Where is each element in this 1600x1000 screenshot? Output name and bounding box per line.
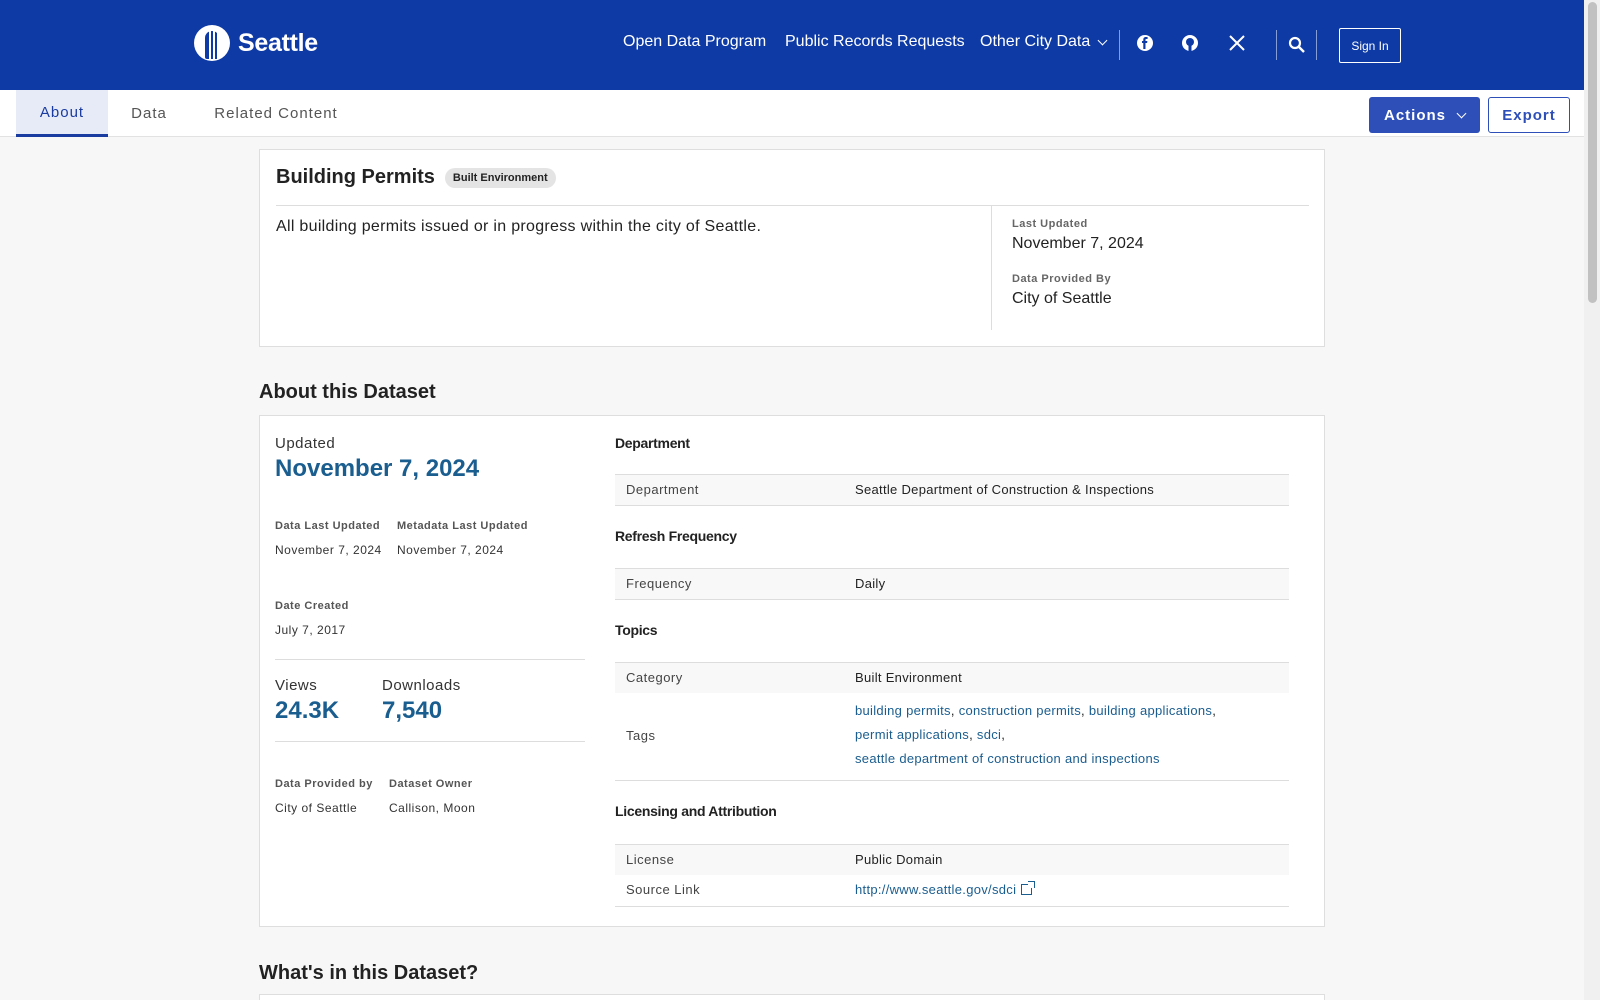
department-key: Department — [626, 482, 699, 497]
table-row: Source Link http://www.seattle.gov/sdci — [615, 875, 1289, 907]
nav-public-records-requests[interactable]: Public Records Requests — [785, 33, 965, 51]
whats-in-dataset-heading: What's in this Dataset? — [259, 962, 479, 984]
tag-link[interactable]: building permits — [855, 703, 951, 718]
data-last-updated-label: Data Last Updated — [275, 520, 381, 532]
table-row: Department Seattle Department of Constru… — [615, 474, 1289, 506]
site-header: Seattle Open Data Program Public Records… — [0, 0, 1584, 90]
last-updated-value: November 7, 2024 — [1012, 235, 1144, 252]
category-value: Built Environment — [855, 670, 962, 685]
actions-button[interactable]: Actions — [1369, 97, 1480, 133]
divider — [991, 206, 992, 330]
tag-link[interactable]: sdci — [977, 727, 1001, 742]
license-value: Public Domain — [855, 852, 943, 867]
topics-heading: Topics — [615, 622, 658, 638]
nav-open-data-program[interactable]: Open Data Program — [623, 33, 766, 51]
nav-other-city-data[interactable]: Other City Data — [980, 33, 1108, 51]
sign-in-button[interactable]: Sign In — [1339, 28, 1401, 63]
facebook-icon[interactable] — [1135, 33, 1155, 53]
scrollbar-thumb[interactable] — [1588, 2, 1597, 303]
divider — [1119, 30, 1120, 60]
tags-list: building permits, construction permits, … — [855, 703, 1217, 766]
divider — [1276, 30, 1277, 60]
about-dataset-card: Updated November 7, 2024 Data Last Updat… — [259, 415, 1325, 927]
chevron-down-icon — [1097, 35, 1108, 45]
data-last-updated-value: November 7, 2024 — [275, 543, 382, 557]
export-button[interactable]: Export — [1488, 97, 1570, 133]
provided-by-label: Data Provided By — [1012, 273, 1112, 285]
source-link-key: Source Link — [626, 882, 701, 897]
table-row: Frequency Daily — [615, 568, 1289, 600]
logo-text: Seattle — [238, 28, 318, 57]
category-badge: Built Environment — [444, 168, 556, 188]
updated-value: November 7, 2024 — [275, 455, 480, 482]
source-link[interactable]: http://www.seattle.gov/sdci — [855, 882, 1016, 897]
external-link-icon — [1021, 881, 1036, 895]
department-heading: Department — [615, 435, 690, 451]
refresh-frequency-heading: Refresh Frequency — [615, 528, 737, 544]
metadata-last-updated-value: November 7, 2024 — [397, 543, 504, 557]
seattle-seal-icon — [194, 25, 230, 61]
github-icon[interactable] — [1180, 33, 1200, 53]
date-created-value: July 7, 2017 — [275, 623, 346, 637]
x-twitter-icon[interactable] — [1227, 33, 1247, 53]
views-label: Views — [275, 677, 318, 694]
tag-link[interactable]: building applications — [1089, 703, 1212, 718]
dataset-owner-label: Dataset Owner — [389, 778, 473, 790]
search-icon[interactable] — [1287, 35, 1307, 55]
tab-about[interactable]: About — [16, 90, 108, 137]
last-updated-label: Last Updated — [1012, 218, 1088, 230]
table-row: License Public Domain — [615, 844, 1289, 876]
dataset-owner-value: Callison, Moon — [389, 801, 476, 815]
scrollbar[interactable] — [1584, 0, 1600, 1000]
updated-label: Updated — [275, 435, 336, 452]
date-created-label: Date Created — [275, 600, 349, 612]
tag-link[interactable]: construction permits — [959, 703, 1081, 718]
metadata-last-updated-label: Metadata Last Updated — [397, 520, 528, 532]
provided-by-value: City of Seattle — [1012, 290, 1112, 307]
licensing-heading: Licensing and Attribution — [615, 803, 777, 819]
dataset-summary-card: Building Permits Built Environment All b… — [259, 149, 1325, 347]
divider — [275, 741, 585, 742]
license-key: License — [626, 852, 675, 867]
department-value: Seattle Department of Construction & Ins… — [855, 482, 1155, 497]
downloads-label: Downloads — [382, 677, 461, 694]
downloads-value: 7,540 — [382, 697, 443, 724]
dataset-description: All building permits issued or in progre… — [276, 218, 762, 235]
table-row: Tags building permits, construction perm… — [615, 693, 1289, 781]
tab-data[interactable]: Data — [120, 90, 178, 137]
divider — [275, 659, 585, 660]
tags-key: Tags — [626, 728, 656, 743]
dataset-title: Building Permits — [276, 166, 435, 188]
title-row: Building Permits Built Environment — [276, 166, 1309, 206]
seattle-logo[interactable]: Seattle — [194, 25, 318, 61]
chevron-down-icon — [1456, 108, 1467, 118]
frequency-value: Daily — [855, 576, 886, 591]
views-value: 24.3K — [275, 697, 340, 724]
about-dataset-heading: About this Dataset — [259, 381, 436, 403]
category-key: Category — [626, 670, 683, 685]
frequency-key: Frequency — [626, 576, 692, 591]
table-row: Category Built Environment — [615, 662, 1289, 694]
data-provided-by-label: Data Provided by — [275, 778, 373, 790]
tab-bar: About Data Related Content — [0, 90, 1584, 137]
tab-related-content[interactable]: Related Content — [205, 90, 347, 137]
divider — [1316, 30, 1317, 60]
tag-link[interactable]: seattle department of construction and i… — [855, 751, 1160, 766]
source-link-value: http://www.seattle.gov/sdci — [855, 881, 1036, 897]
whats-in-dataset-card — [259, 994, 1325, 1000]
data-provided-by-value: City of Seattle — [275, 801, 358, 815]
tag-link[interactable]: permit applications — [855, 727, 969, 742]
